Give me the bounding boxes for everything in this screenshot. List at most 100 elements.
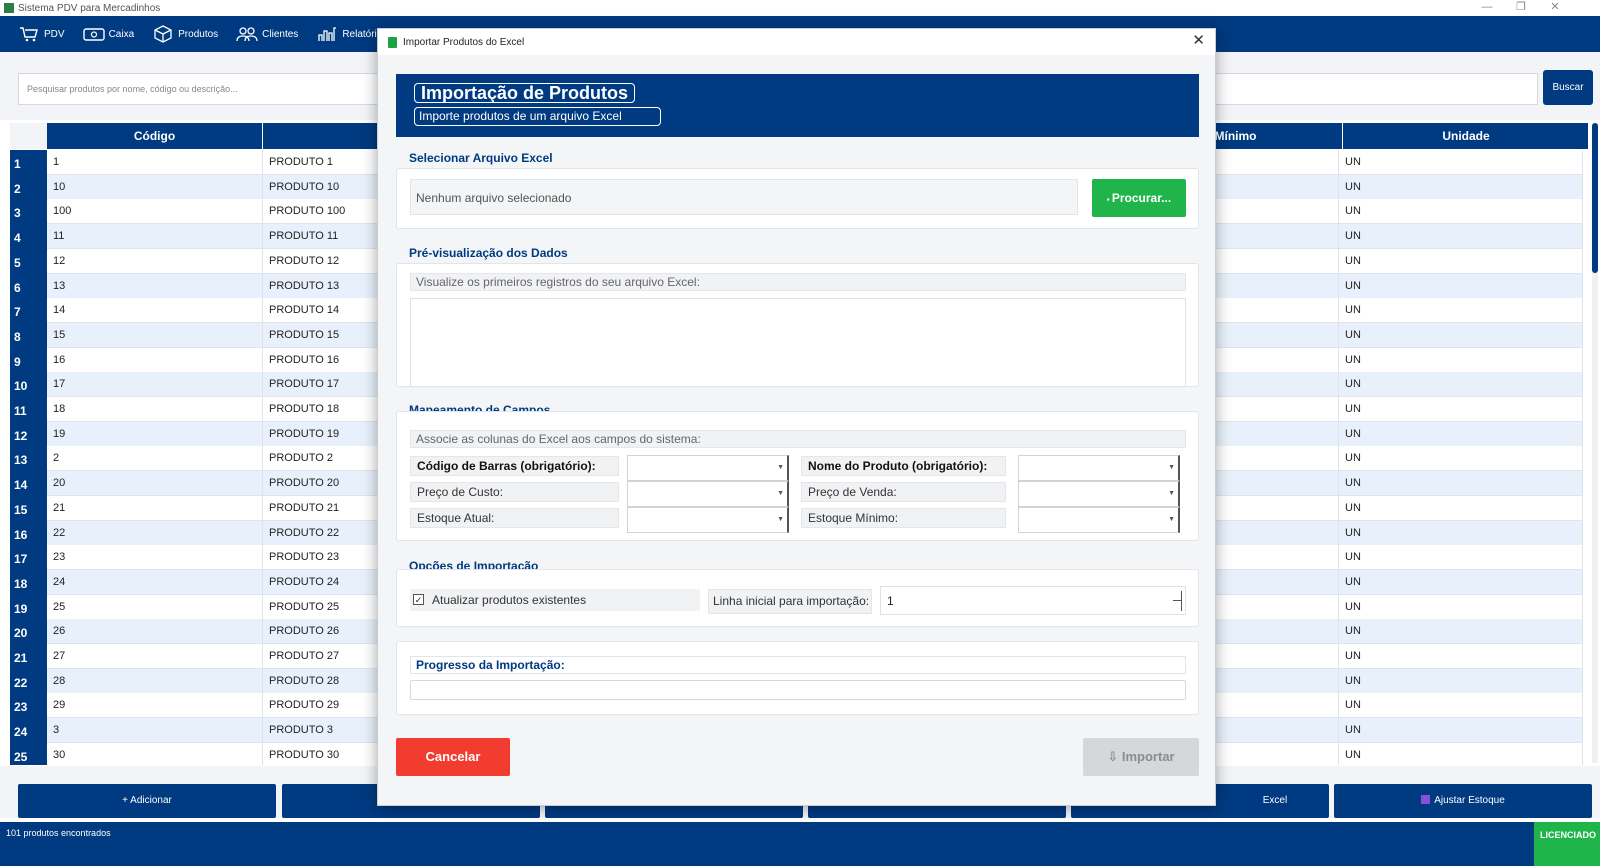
row-number: 12 [10, 421, 47, 447]
cell-code: 13 [47, 273, 263, 299]
row-number: 20 [10, 619, 47, 645]
menu-item-pdv[interactable]: PDV [18, 25, 65, 43]
current-stock-column-select[interactable]: ▼ [627, 507, 789, 533]
import-dialog: Importar Produtos do Excel ✕ Importação … [377, 28, 1216, 806]
column-header-unit[interactable]: Unidade [1344, 123, 1588, 149]
spin-buttons[interactable] [1173, 591, 1182, 611]
row-number: 21 [10, 644, 47, 669]
cash-register-icon [82, 25, 105, 43]
row-number: 8 [10, 322, 47, 348]
cell-unit: UN [1339, 397, 1583, 422]
dialog-close-button[interactable]: ✕ [1192, 33, 1205, 49]
menu-item-clientes[interactable]: Clientes [236, 25, 298, 43]
preview-table[interactable] [410, 298, 1186, 387]
excel-file-icon [388, 36, 397, 48]
row-number: 10 [10, 372, 47, 398]
cell-code: 29 [47, 693, 263, 719]
cell-unit: UN [1339, 619, 1583, 645]
preview-hint: Visualize os primeiros registros do seu … [410, 273, 1186, 291]
bar-chart-icon [316, 25, 338, 43]
cell-unit: UN [1339, 495, 1583, 521]
cell-code: 14 [47, 298, 263, 324]
cart-icon [18, 25, 40, 43]
cell-code: 26 [47, 619, 263, 645]
start-line-value: 1 [887, 594, 894, 608]
cell-code: 100 [47, 199, 263, 225]
sale-price-column-select[interactable]: ▼ [1018, 481, 1180, 507]
users-icon [236, 25, 258, 43]
cell-code: 10 [47, 174, 263, 200]
file-path-field[interactable]: Nenhum arquivo selecionado [410, 179, 1078, 215]
minimize-button[interactable]: — [1472, 0, 1502, 16]
row-number: 16 [10, 520, 47, 546]
progress-label: Progresso da Importação: [410, 656, 1186, 674]
cell-code: 17 [47, 372, 263, 398]
cell-code: 30 [47, 742, 263, 765]
cell-code: 28 [47, 668, 263, 694]
box-icon [152, 25, 174, 43]
row-number: 18 [10, 569, 47, 595]
browse-button[interactable]: ▪ Procurar... [1092, 179, 1186, 217]
app-icon [4, 3, 14, 13]
cell-unit: UN [1339, 446, 1583, 472]
menu-item-label: PDV [44, 28, 65, 40]
dialog-titlebar: Importar Produtos do Excel [378, 29, 1215, 55]
min-stock-column-select[interactable]: ▼ [1018, 507, 1180, 533]
search-button[interactable]: Buscar [1543, 70, 1593, 105]
cell-code: 23 [47, 545, 263, 571]
chevron-down-icon: ▼ [777, 490, 784, 497]
products-count: 101 produtos encontrados [6, 828, 111, 838]
menu-item-label: Caixa [108, 28, 135, 40]
stock-icon [1421, 795, 1431, 804]
cancel-button[interactable]: Cancelar [396, 738, 510, 776]
cell-unit: UN [1339, 594, 1583, 620]
maximize-button[interactable]: ❐ [1506, 0, 1536, 16]
file-group-title: Selecionar Arquivo Excel [409, 151, 553, 165]
chevron-down-icon: ▼ [777, 516, 784, 523]
import-button[interactable]: ⇩ Importar [1083, 738, 1199, 776]
cell-unit: UN [1339, 248, 1583, 274]
min-stock-label: Estoque Mínimo: [801, 508, 1006, 528]
current-stock-label: Estoque Atual: [410, 508, 619, 528]
cell-unit: UN [1339, 644, 1583, 669]
menu-item-produtos[interactable]: Produtos [152, 25, 218, 43]
start-line-spinbox[interactable]: 1 [880, 586, 1186, 615]
window-close-button[interactable]: ✕ [1540, 0, 1570, 16]
cell-code: 3 [47, 718, 263, 744]
column-header-code[interactable]: Código [47, 123, 263, 149]
row-number: 4 [10, 224, 47, 250]
add-product-button[interactable]: + Adicionar [18, 784, 276, 818]
cost-price-column-select[interactable]: ▼ [627, 481, 789, 507]
row-number: 19 [10, 594, 47, 620]
cell-unit: UN [1339, 347, 1583, 373]
table-corner [10, 123, 47, 149]
cell-code: 15 [47, 322, 263, 348]
preview-group-title: Pré-visualização dos Dados [409, 246, 568, 260]
cell-unit: UN [1339, 421, 1583, 447]
product-name-column-select[interactable]: ▼ [1018, 455, 1180, 481]
row-number: 5 [10, 248, 47, 274]
cell-code: 25 [47, 594, 263, 620]
update-existing-checkbox[interactable]: ✓ [413, 594, 424, 605]
cell-unit: UN [1339, 322, 1583, 348]
menu-item-caixa[interactable]: Caixa [82, 25, 135, 43]
scrollbar-thumb[interactable] [1592, 123, 1598, 273]
cell-code: 16 [47, 347, 263, 373]
cell-code: 2 [47, 446, 263, 472]
chevron-down-icon: ▼ [1168, 464, 1175, 471]
barcode-column-select[interactable]: ▼ [627, 455, 789, 481]
chevron-down-icon: ▼ [777, 464, 784, 471]
cell-code: 19 [47, 421, 263, 447]
table-scrollbar[interactable] [1592, 123, 1598, 763]
cell-unit: UN [1339, 150, 1583, 175]
cell-unit: UN [1339, 298, 1583, 324]
adjust-stock-button[interactable]: Ajustar Estoque [1334, 784, 1592, 818]
row-number: 14 [10, 471, 47, 497]
window-title: Sistema PDV para Mercadinhos [18, 2, 161, 14]
progress-group [396, 641, 1199, 715]
update-existing-option[interactable]: ✓ Atualizar produtos existentes [410, 589, 700, 611]
cell-unit: UN [1339, 471, 1583, 497]
window-titlebar: Sistema PDV para Mercadinhos — ❐ ✕ [0, 0, 1600, 16]
cell-unit: UN [1339, 545, 1583, 571]
cell-code: 27 [47, 644, 263, 669]
